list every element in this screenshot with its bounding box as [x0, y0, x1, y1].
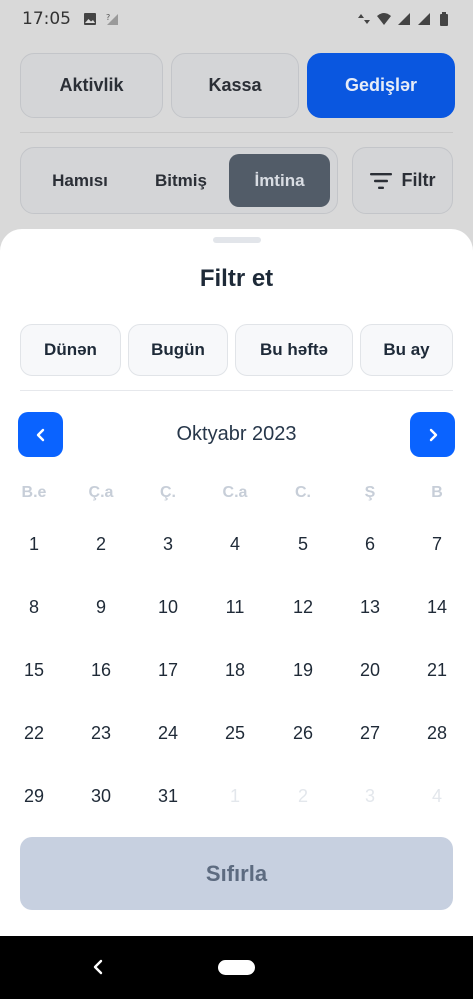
- calendar-day[interactable]: 7: [407, 534, 467, 555]
- tab-cashbox[interactable]: Kassa: [171, 53, 299, 118]
- calendar-day[interactable]: 20: [340, 660, 400, 681]
- calendar-day[interactable]: 13: [340, 597, 400, 618]
- calendar-day[interactable]: 26: [273, 723, 333, 744]
- background-content: Aktivlik Kassa Gedişlər Hamısı Bitmiş İm…: [0, 38, 473, 238]
- signal-icon: [398, 13, 410, 25]
- calendar-day[interactable]: 29: [4, 786, 64, 807]
- weekday-label: B.e: [21, 484, 47, 501]
- calendar-day[interactable]: 24: [138, 723, 198, 744]
- quick-filter-row: Dünən Bugün Bu həftə Bu ay: [20, 324, 453, 376]
- calendar-day[interactable]: 23: [71, 723, 131, 744]
- calendar-day[interactable]: 8: [4, 597, 64, 618]
- status-segmented-control: Hamısı Bitmiş İmtina: [20, 147, 338, 214]
- calendar-day-outside-month: 1: [229, 786, 240, 806]
- status-bar: 17:05 ?: [0, 0, 473, 38]
- calendar-day-outside-month: 3: [364, 786, 375, 806]
- weekday-label: B: [431, 484, 443, 501]
- weekday-label: C.a: [222, 484, 248, 501]
- previous-month-button[interactable]: [18, 412, 63, 457]
- calendar-day-outside-month: 4: [431, 786, 442, 806]
- calendar-day[interactable]: 19: [273, 660, 333, 681]
- segment-cancelled[interactable]: İmtina: [229, 154, 330, 207]
- quick-filter-today[interactable]: Bugün: [128, 324, 228, 376]
- calendar-day[interactable]: 1: [4, 534, 64, 555]
- calendar-day[interactable]: 6: [340, 534, 400, 555]
- next-month-button[interactable]: [410, 412, 455, 457]
- segment-finished[interactable]: Bitmiş: [133, 154, 229, 207]
- weekday-header-row: B.e Ç.a Ç. C.a C. Ş B: [0, 484, 473, 506]
- signal-icon: [418, 13, 430, 25]
- status-time: 17:05: [22, 9, 71, 29]
- filter-icon: [369, 172, 392, 189]
- calendar-day[interactable]: 30: [71, 786, 131, 807]
- divider: [20, 132, 453, 133]
- quick-filter-yesterday[interactable]: Dünən: [20, 324, 121, 376]
- calendar-day[interactable]: 21: [407, 660, 467, 681]
- wifi-icon: [377, 13, 391, 25]
- calendar-day[interactable]: 11: [205, 597, 265, 618]
- calendar-day[interactable]: 17: [138, 660, 198, 681]
- month-navigator: Oktyabr 2023: [18, 412, 455, 457]
- filter-button-label: Filtr: [401, 170, 436, 190]
- weekday-label: Ş: [364, 484, 376, 501]
- sheet-title: Filtr et: [199, 265, 274, 292]
- segment-all[interactable]: Hamısı: [27, 154, 133, 207]
- data-arrows-icon: [358, 14, 370, 24]
- tab-trips[interactable]: Gedişlər: [307, 53, 455, 118]
- image-icon: [84, 13, 96, 25]
- month-label: Oktyabr 2023: [176, 423, 297, 445]
- calendar-day[interactable]: 25: [205, 723, 265, 744]
- back-icon[interactable]: [88, 956, 108, 978]
- signal-question-icon: ?: [106, 13, 118, 25]
- divider: [20, 390, 453, 391]
- filter-button[interactable]: Filtr: [352, 147, 453, 214]
- calendar-day[interactable]: 9: [71, 597, 131, 618]
- svg-text:?: ?: [106, 13, 110, 22]
- filter-bottom-sheet: Filtr et Dünən Bugün Bu həftə Bu ay Okty…: [0, 229, 473, 936]
- calendar-day[interactable]: 12: [273, 597, 333, 618]
- calendar-day[interactable]: 4: [205, 534, 265, 555]
- sheet-drag-handle[interactable]: [213, 237, 261, 243]
- reset-button[interactable]: Sıfırla: [20, 837, 453, 910]
- battery-icon: [440, 12, 448, 26]
- calendar-day[interactable]: 31: [138, 786, 198, 807]
- chevron-right-icon: [429, 428, 437, 441]
- calendar-day[interactable]: 15: [4, 660, 64, 681]
- weekday-label: Ç.a: [88, 484, 114, 501]
- tab-activity[interactable]: Aktivlik: [20, 53, 163, 118]
- home-pill[interactable]: [218, 960, 255, 975]
- calendar-day[interactable]: 3: [138, 534, 198, 555]
- chevron-left-icon: [36, 428, 44, 441]
- weekday-label: C.: [295, 484, 311, 501]
- quick-filter-this-week[interactable]: Bu həftə: [235, 324, 353, 376]
- calendar-day[interactable]: 16: [71, 660, 131, 681]
- weekday-label: Ç.: [160, 484, 176, 501]
- calendar-day[interactable]: 18: [205, 660, 265, 681]
- quick-filter-this-month[interactable]: Bu ay: [360, 324, 453, 376]
- calendar-day[interactable]: 27: [340, 723, 400, 744]
- calendar-day-outside-month: 2: [297, 786, 308, 806]
- calendar-day[interactable]: 5: [273, 534, 333, 555]
- calendar-day[interactable]: 28: [407, 723, 467, 744]
- calendar-day[interactable]: 10: [138, 597, 198, 618]
- calendar-day[interactable]: 22: [4, 723, 64, 744]
- top-tabs: Aktivlik Kassa Gedişlər: [20, 53, 455, 118]
- system-navigation-bar: [0, 936, 473, 999]
- calendar-day[interactable]: 14: [407, 597, 467, 618]
- calendar-day[interactable]: 2: [71, 534, 131, 555]
